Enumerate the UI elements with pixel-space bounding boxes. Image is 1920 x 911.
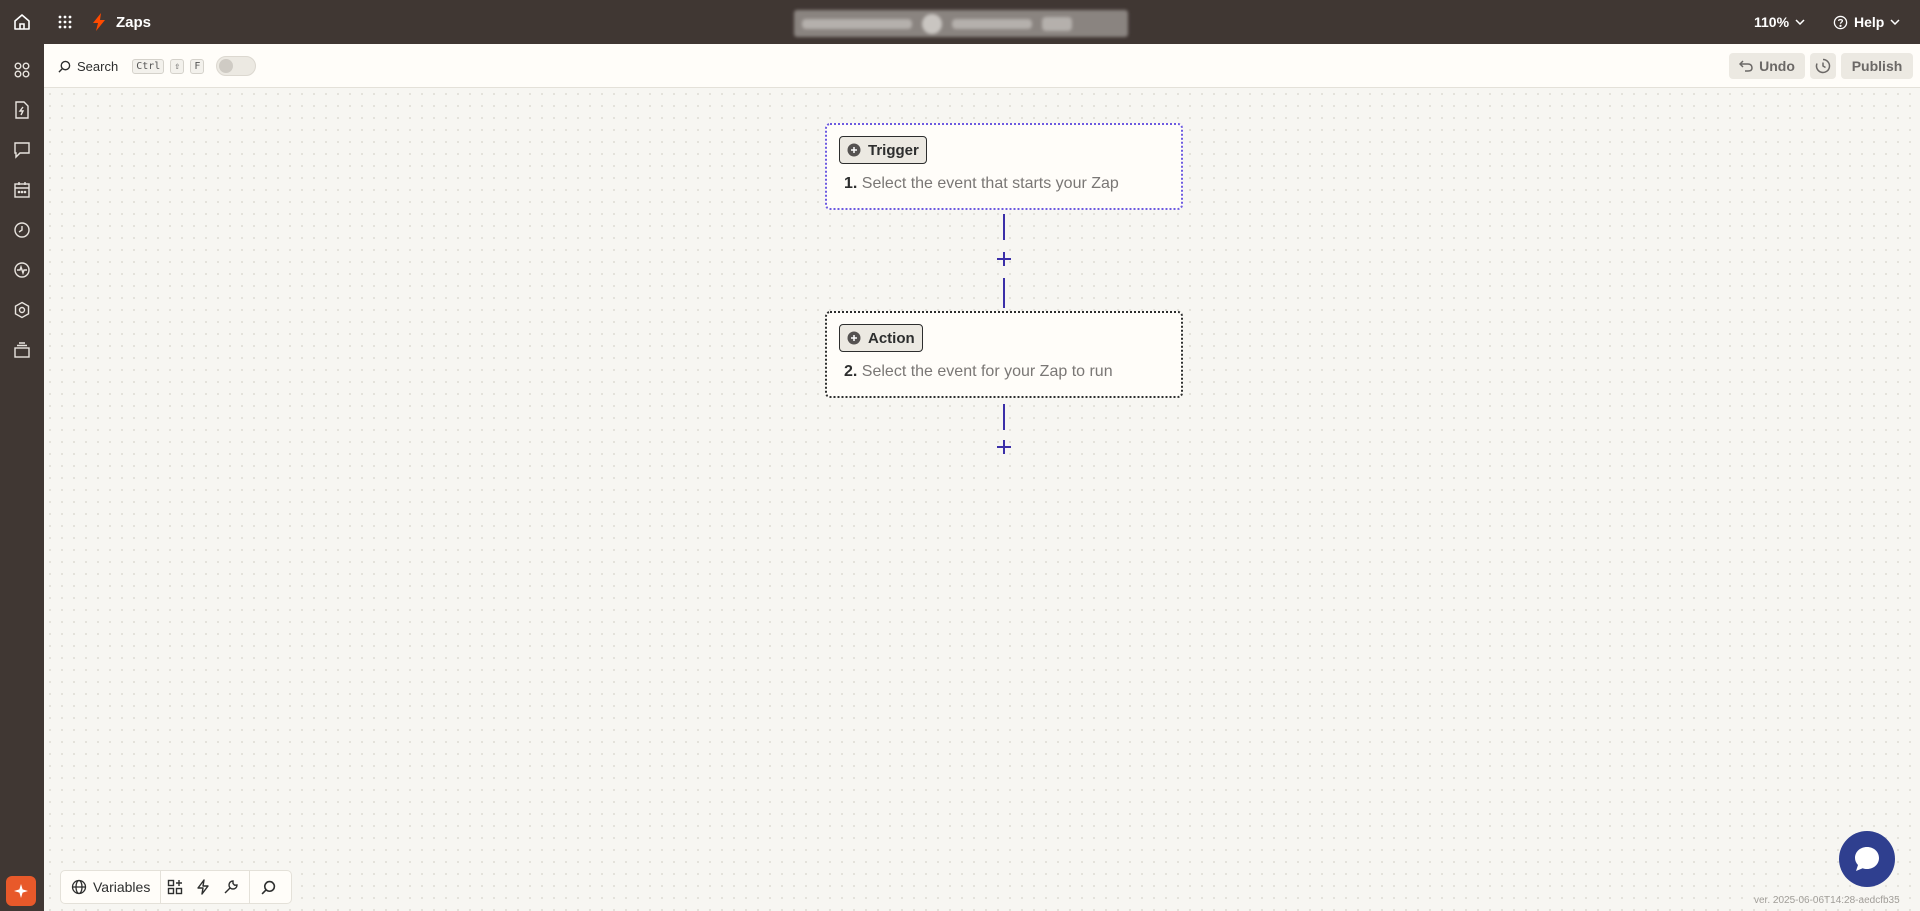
zap-canvas[interactable]: Trigger 1. Select the event that starts …: [44, 88, 1920, 911]
zoom-dropdown[interactable]: 110%: [1754, 0, 1805, 44]
layers-icon: [14, 342, 30, 358]
globe-icon: [71, 879, 87, 895]
connector-line: [1003, 214, 1005, 240]
publish-button[interactable]: Publish: [1841, 53, 1913, 79]
trigger-chip[interactable]: Trigger: [839, 136, 927, 164]
divider: [249, 871, 251, 903]
ai-copilot-button[interactable]: [6, 876, 36, 906]
undo-button[interactable]: Undo: [1729, 53, 1805, 79]
sidebar-item-apps[interactable]: [10, 58, 34, 82]
tools-button[interactable]: [217, 871, 245, 903]
zap-bolt-icon: [92, 12, 108, 32]
trigger-step-description: Select the event that starts your Zap: [861, 175, 1119, 192]
variables-button[interactable]: Variables: [61, 871, 162, 903]
help-circle-icon: [1833, 15, 1848, 29]
help-label: Help: [1854, 14, 1885, 30]
trigger-step-text: 1. Select the event that starts your Zap: [844, 175, 1119, 193]
shortcut-key-shift: ⇧: [170, 58, 185, 74]
trigger-chip-label: Trigger: [868, 141, 919, 159]
plus-circle-icon: [847, 143, 861, 157]
editor-toolbar: Search Ctrl ⇧ F Undo Publish: [44, 44, 1920, 88]
left-sidebar: [0, 44, 44, 911]
zoom-level: 110%: [1754, 14, 1790, 30]
zap-file-icon: [15, 101, 29, 119]
help-dropdown[interactable]: Help: [1833, 0, 1900, 44]
calendar-icon: [14, 182, 30, 198]
sidebar-item-canvas[interactable]: [10, 338, 34, 362]
plus-icon: [997, 252, 1011, 266]
sidebar-item-settings[interactable]: [10, 298, 34, 322]
chevron-down-icon: [1890, 19, 1900, 25]
action-chip-label: Action: [868, 329, 915, 347]
search-toggle[interactable]: [216, 56, 257, 76]
connector-line: [1003, 404, 1005, 430]
sidebar-item-history[interactable]: [10, 218, 34, 242]
app-switcher-button[interactable]: [52, 9, 78, 35]
version-history-icon: [1815, 58, 1831, 74]
add-step-button[interactable]: [991, 246, 1017, 272]
settings-icon: [14, 301, 30, 319]
add-step-button[interactable]: [991, 434, 1017, 460]
sidebar-item-tables[interactable]: [10, 178, 34, 202]
zap-name-redacted: [794, 10, 1128, 37]
chat-icon: [14, 142, 30, 159]
sidebar-item-interfaces[interactable]: [10, 138, 34, 162]
trigger-step-card[interactable]: Trigger 1. Select the event that starts …: [825, 123, 1183, 210]
history-icon: [14, 222, 30, 238]
add-app-button[interactable]: [161, 871, 189, 903]
home-icon: [14, 14, 30, 30]
search-label: Search: [77, 58, 119, 74]
wrench-icon: [224, 880, 239, 894]
trigger-step-number: 1.: [844, 175, 858, 192]
search-icon: [261, 880, 276, 894]
top-bar: Zaps 110% Help: [0, 0, 1920, 44]
version-label: ver. 2025-06-06T14:28-aedcfb35: [1754, 895, 1900, 906]
zap-actions-button[interactable]: [189, 871, 217, 903]
undo-label: Undo: [1759, 58, 1795, 74]
canvas-search-button[interactable]: [254, 871, 282, 903]
search-button[interactable]: Search Ctrl ⇧ F: [58, 55, 257, 77]
variables-label: Variables: [93, 879, 151, 895]
undo-icon: [1739, 60, 1753, 72]
activity-icon: [14, 262, 30, 278]
app-title[interactable]: Zaps: [116, 14, 151, 31]
apps-icon: [14, 62, 30, 78]
search-icon: [58, 60, 71, 73]
shortcut-key-ctrl: Ctrl: [132, 58, 165, 74]
support-chat-button[interactable]: [1839, 831, 1895, 887]
action-step-text: 2. Select the event for your Zap to run: [844, 363, 1113, 381]
connector-line: [1003, 278, 1005, 308]
bottom-toolbar: Variables: [60, 870, 292, 904]
shortcut-key-f: F: [190, 58, 205, 74]
action-step-number: 2.: [844, 363, 858, 380]
grid-plus-icon: [168, 879, 183, 895]
grid-dots-icon: [58, 15, 72, 29]
home-button[interactable]: [0, 0, 44, 44]
lightning-icon: [197, 879, 210, 895]
action-chip[interactable]: Action: [839, 324, 923, 352]
sparkle-icon: [14, 884, 28, 898]
sidebar-item-activity[interactable]: [10, 258, 34, 282]
plus-circle-icon: [847, 331, 861, 345]
chat-bubble-icon: [1855, 847, 1879, 871]
version-history-button[interactable]: [1810, 53, 1836, 79]
plus-icon: [997, 440, 1011, 454]
chevron-down-icon: [1795, 19, 1805, 25]
action-step-description: Select the event for your Zap to run: [861, 363, 1113, 380]
action-step-card[interactable]: Action 2. Select the event for your Zap …: [825, 311, 1183, 398]
sidebar-item-zaps[interactable]: [10, 98, 34, 122]
